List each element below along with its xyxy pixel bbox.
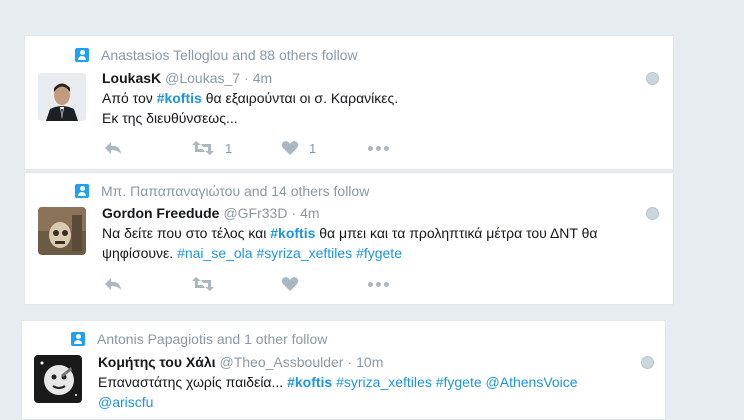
hashtag-link[interactable]: #fygete bbox=[356, 245, 402, 261]
retweet-button[interactable] bbox=[191, 276, 225, 292]
tweet-text-line: Από τον #koftis θα εξαιρούνται οι σ. Καρ… bbox=[102, 88, 398, 108]
author-handle[interactable]: @GFr33D bbox=[223, 205, 287, 221]
avatar-image bbox=[38, 207, 86, 255]
tweet-text-segment: Να δείτε που στο τέλος και bbox=[102, 225, 271, 241]
author-fullname[interactable]: LoukasK bbox=[102, 70, 161, 86]
retweet-icon bbox=[192, 141, 214, 155]
tweet-text-segment: Από τον bbox=[102, 90, 157, 106]
follow-context-text: Μπ. Παπαπαναγιώτου and 14 others follow bbox=[101, 183, 370, 199]
tweet-text-segment: ψηφίσουνε. bbox=[102, 245, 178, 261]
avatar-image bbox=[38, 73, 86, 121]
like-button[interactable] bbox=[281, 276, 309, 292]
timestamp[interactable]: 4m bbox=[253, 70, 272, 86]
more-dots-icon bbox=[368, 146, 389, 151]
separator-dot: · bbox=[244, 70, 249, 86]
separator-dot: · bbox=[291, 205, 297, 221]
tweet-text: Από τον #koftis θα εξαιρούνται οι σ. Καρ… bbox=[102, 88, 398, 128]
avatar[interactable] bbox=[38, 73, 86, 121]
tweet-text-line: Επαναστάτης χωρίς παιδεία... #koftis #sy… bbox=[98, 372, 578, 392]
hashtag-link[interactable]: #syriza_xeftiles bbox=[336, 374, 432, 390]
tweet-header: Gordon Freedude @GFr33D · 4m bbox=[102, 205, 320, 221]
separator-dot: · bbox=[347, 354, 353, 370]
tweet-card[interactable]: Anastasios Telloglou and 88 others follo… bbox=[24, 35, 674, 170]
follow-context: Antonis Papagiotis and 1 other follow bbox=[71, 331, 327, 347]
tweet-card[interactable]: Antonis Papagiotis and 1 other follow Κο… bbox=[21, 320, 666, 420]
mention-link[interactable]: @ariscfu bbox=[98, 394, 153, 410]
tweet-header: Κομήτης του Χάλι @Theo_Assboulder · 10m bbox=[98, 354, 383, 370]
more-dots-icon bbox=[368, 282, 389, 287]
retweet-count: 1 bbox=[225, 140, 233, 156]
tweet-text-segment: θα μπει και τα προληπτικά μέτρα του ΔΝΤ … bbox=[315, 225, 598, 241]
tweet-header: LoukasK @Loukas_7 · 4m bbox=[102, 70, 272, 86]
tweet-text-line: @ariscfu bbox=[98, 392, 578, 412]
more-button[interactable] bbox=[368, 146, 389, 151]
author-fullname[interactable]: Κομήτης του Χάλι bbox=[98, 354, 216, 370]
more-button[interactable] bbox=[368, 282, 389, 287]
globe-icon bbox=[646, 207, 659, 220]
tweet-text: Επαναστάτης χωρίς παιδεία... #koftis #sy… bbox=[98, 372, 578, 412]
tweet-text-segment: Επαναστάτης χωρίς παιδεία... bbox=[98, 374, 288, 390]
reply-icon bbox=[105, 142, 121, 154]
person-icon bbox=[75, 48, 89, 62]
hashtag-link[interactable]: #koftis bbox=[287, 374, 332, 390]
follow-context-text: Antonis Papagiotis and 1 other follow bbox=[97, 331, 328, 347]
hashtag-link[interactable]: #fygete bbox=[436, 374, 482, 390]
tweet-card[interactable]: Μπ. Παπαπαναγιώτου and 14 others follow … bbox=[24, 172, 674, 305]
follow-context: Anastasios Telloglou and 88 others follo… bbox=[75, 47, 358, 63]
follow-context-text: Anastasios Telloglou and 88 others follo… bbox=[101, 47, 358, 63]
person-icon bbox=[75, 184, 89, 198]
reply-icon bbox=[105, 278, 121, 290]
tweet-text: Να δείτε που στο τέλος και #koftis θα μπ… bbox=[102, 223, 598, 263]
avatar[interactable] bbox=[34, 355, 82, 403]
retweet-icon bbox=[192, 277, 214, 291]
tweet-text-line: ψηφίσουνε. #nai_se_ola #syriza_xeftiles … bbox=[102, 243, 598, 263]
author-handle[interactable]: @Theo_Assboulder bbox=[220, 354, 344, 370]
mention-link[interactable]: @AthensVoice bbox=[486, 374, 578, 390]
tweet-text-line: Εκ της διευθύνσεως... bbox=[102, 108, 398, 128]
hashtag-link[interactable]: #koftis bbox=[270, 225, 315, 241]
like-count: 1 bbox=[309, 140, 317, 156]
globe-icon bbox=[641, 356, 654, 369]
retweet-button[interactable]: 1 bbox=[191, 140, 232, 156]
avatar-image bbox=[34, 355, 82, 403]
hashtag-link[interactable]: #nai_se_ola bbox=[177, 245, 253, 261]
reply-button[interactable] bbox=[103, 140, 123, 156]
hashtag-link[interactable]: #koftis bbox=[157, 90, 202, 106]
follow-context: Μπ. Παπαπαναγιώτου and 14 others follow bbox=[75, 183, 369, 199]
like-button[interactable]: 1 bbox=[281, 140, 316, 156]
tweet-text-segment: θα εξαιρούνται οι σ. Καρανίκες. bbox=[201, 90, 399, 106]
timestamp[interactable]: 4m bbox=[300, 205, 319, 221]
heart-icon bbox=[281, 277, 299, 291]
heart-icon bbox=[281, 141, 299, 155]
reply-button[interactable] bbox=[103, 276, 123, 292]
avatar[interactable] bbox=[38, 207, 86, 255]
author-fullname[interactable]: Gordon Freedude bbox=[102, 205, 219, 221]
author-handle[interactable]: @Loukas_7 bbox=[165, 70, 240, 86]
timestamp[interactable]: 10m bbox=[356, 354, 383, 370]
tweet-text-line: Να δείτε που στο τέλος και #koftis θα μπ… bbox=[102, 223, 598, 243]
globe-icon bbox=[646, 72, 659, 85]
tweet-text-segment: Εκ της διευθύνσεως... bbox=[102, 110, 238, 126]
person-icon bbox=[71, 332, 85, 346]
hashtag-link[interactable]: #syriza_xeftiles bbox=[256, 245, 352, 261]
